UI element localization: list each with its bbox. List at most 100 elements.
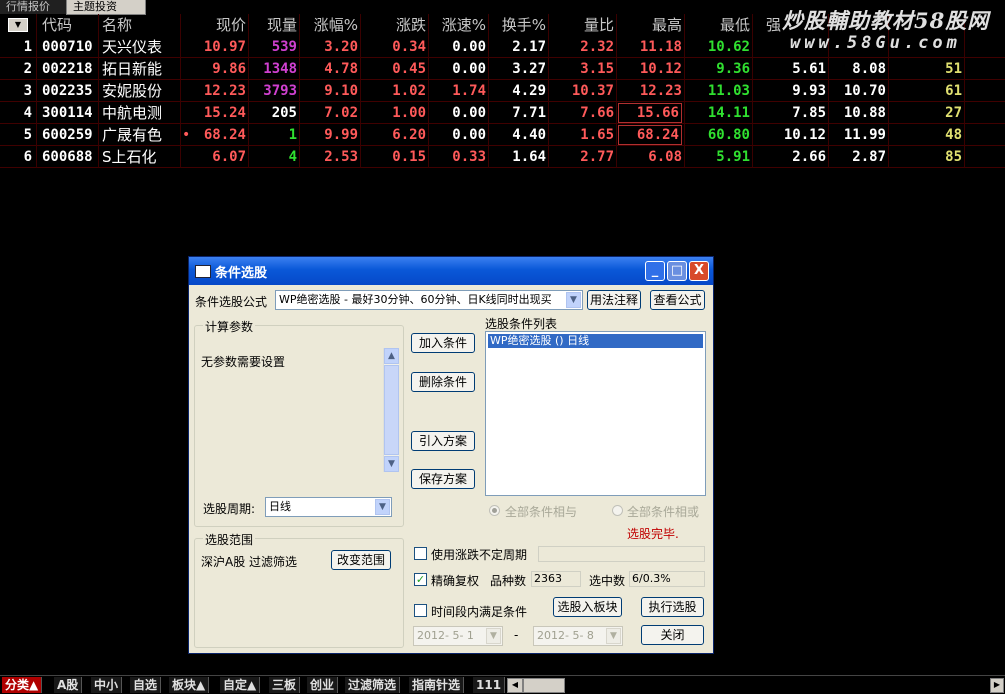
date-separator: - <box>514 628 519 642</box>
pct-change: 4.78 <box>324 61 358 77</box>
period-select[interactable]: 日线 ▼ <box>265 497 392 517</box>
bottom-tab-compass[interactable]: 指南针选 <box>409 677 465 693</box>
dialog-titlebar[interactable]: 条件选股 _ □ X <box>189 257 713 285</box>
bottom-tab-sector[interactable]: 板块▲ <box>169 677 210 693</box>
chevron-down-icon[interactable]: ▼ <box>566 292 581 308</box>
maximize-button[interactable]: □ <box>667 261 687 281</box>
add-to-block-button[interactable]: 选股入板块 <box>553 597 622 617</box>
row-mark <box>182 58 190 80</box>
import-scheme-button[interactable]: 引入方案 <box>411 431 475 451</box>
timespan-checkbox[interactable] <box>414 604 427 617</box>
bottom-tab-gem[interactable]: 创业 <box>307 677 339 693</box>
scroll-left-icon[interactable]: ◀ <box>507 678 523 693</box>
close-button[interactable]: 关闭 <box>641 625 704 645</box>
col-extra-1: 9.93 <box>792 83 826 99</box>
timespan-label: 时间段内满足条件 <box>431 605 528 619</box>
header-volume[interactable]: 现量 <box>250 14 297 36</box>
column-divider <box>360 14 361 168</box>
list-item[interactable]: WP绝密选股 () 日线 <box>488 334 703 348</box>
high: 10.12 <box>639 61 682 77</box>
low: 9.36 <box>716 61 750 77</box>
scroll-right-icon[interactable]: ▶ <box>990 678 1004 693</box>
watermark-title: 炒股輔助教材58股网 <box>782 8 990 33</box>
table-row[interactable]: 6 600688 S上石化 6.07 4 2.53 0.15 0.33 1.64 2.77 6.08… <box>0 146 1005 168</box>
stock-name: 中航电测 <box>102 104 163 122</box>
speed: 0.00 <box>452 39 486 55</box>
header-strength[interactable]: 强 <box>766 14 781 36</box>
col-extra-3: 48 <box>945 127 962 143</box>
adjust-checkbox[interactable]: ✓ <box>414 573 427 586</box>
header-volume-ratio[interactable]: 量比 <box>550 14 614 36</box>
condition-stock-picker-dialog: 条件选股 _ □ X 条件选股公式 WP绝密选股 - 最好30分钟、60分钟、日… <box>188 256 714 654</box>
header-speed[interactable]: 涨速% <box>430 14 486 36</box>
use-period-checkbox[interactable] <box>414 547 427 560</box>
column-divider <box>752 14 753 168</box>
period-value: 日线 <box>269 500 291 513</box>
scroll-up-icon[interactable]: ▲ <box>384 348 399 364</box>
tab-scroll-thumb[interactable] <box>523 678 565 693</box>
scroll-down-icon[interactable]: ▼ <box>384 456 399 472</box>
delete-condition-button[interactable]: 删除条件 <box>411 372 475 392</box>
header-turnover[interactable]: 换手% <box>490 14 546 36</box>
change: 1.02 <box>392 83 426 99</box>
tab-quotes[interactable]: 行情报价 <box>0 0 75 14</box>
pct-change: 9.10 <box>324 83 358 99</box>
bottom-tab-sme[interactable]: 中小 <box>91 677 123 693</box>
change: 0.34 <box>392 39 426 55</box>
bottom-tab-watchlist[interactable]: 自选 <box>130 677 162 693</box>
run-selection-button[interactable]: 执行选股 <box>641 597 704 617</box>
pct-change: 7.02 <box>324 105 358 121</box>
bottom-tab-third-board[interactable]: 三板 <box>269 677 301 693</box>
table-row[interactable]: 3 002235 安妮股份 12.23 3793 9.10 1.02 1.74 4.29 10.3… <box>0 80 1005 102</box>
stock-name: 安妮股份 <box>102 82 163 100</box>
price: 68.24 <box>203 127 246 143</box>
count-value: 2363 <box>531 571 581 587</box>
header-price[interactable]: 现价 <box>182 14 246 36</box>
header-code[interactable]: 代码 <box>42 14 72 36</box>
save-scheme-button[interactable]: 保存方案 <box>411 469 475 489</box>
tab-theme-invest[interactable]: 主题投资 <box>66 0 146 15</box>
bottom-tab-filter[interactable]: 过滤筛选 <box>345 677 401 693</box>
chevron-down-icon[interactable]: ▼ <box>375 499 390 515</box>
radio-and <box>489 505 500 516</box>
chevron-down-icon: ▼ <box>486 628 501 644</box>
high: 15.66 <box>618 103 682 123</box>
category-tab-bar: 分类▲ A股 中小 自选 板块▲ 自定▲ 三板 创业 过滤筛选 指南针选 111… <box>0 675 1005 694</box>
change-range-button[interactable]: 改变范围 <box>331 550 391 570</box>
bottom-tab-category[interactable]: 分类▲ <box>2 677 43 693</box>
header-change[interactable]: 涨跌 <box>362 14 426 36</box>
bottom-tab-a-share[interactable]: A股 <box>54 677 83 693</box>
count-label: 品种数 <box>490 574 527 588</box>
header-high[interactable]: 最高 <box>618 14 682 36</box>
table-row[interactable]: 2 002218 拓日新能 9.86 1348 4.78 0.45 0.00 3.27 3.15 1… <box>0 58 1005 80</box>
stock-code: 300114 <box>42 105 93 121</box>
column-divider <box>616 14 617 168</box>
low: 60.80 <box>707 127 750 143</box>
header-low[interactable]: 最低 <box>686 14 750 36</box>
column-divider <box>36 14 37 168</box>
scroll-thumb[interactable] <box>384 365 399 455</box>
view-formula-button[interactable]: 查看公式 <box>650 290 705 310</box>
change: 0.45 <box>392 61 426 77</box>
usage-notes-button[interactable]: 用法注释 <box>587 290 641 310</box>
table-row[interactable]: 4 300114 中航电测 15.24 205 7.02 1.00 0.00 7.71 7.66 1… <box>0 102 1005 124</box>
add-condition-button[interactable]: 加入条件 <box>411 333 475 353</box>
header-pct[interactable]: 涨幅% <box>300 14 358 36</box>
table-row[interactable]: 5 600259 广晟有色 • 68.24 1 9.99 6.20 0.00 4.40 1.65 68… <box>0 124 1005 146</box>
stock-code: 600259 <box>42 127 93 143</box>
header-name[interactable]: 名称 <box>102 14 132 36</box>
close-window-button[interactable]: X <box>689 261 709 281</box>
sort-dropdown-icon[interactable]: ▼ <box>8 18 28 32</box>
column-divider <box>98 14 99 168</box>
change: 0.15 <box>392 149 426 165</box>
bottom-tab-111[interactable]: 111 <box>473 677 506 693</box>
minimize-button[interactable]: _ <box>645 261 665 281</box>
column-divider <box>248 14 249 168</box>
params-scrollbar[interactable]: ▲ ▼ <box>383 348 399 472</box>
range-title: 选股范围 <box>203 531 256 548</box>
bottom-tab-custom[interactable]: 自定▲ <box>220 677 261 693</box>
range-text: 深沪A股 过滤筛选 <box>201 555 298 569</box>
formula-select[interactable]: WP绝密选股 - 最好30分钟、60分钟、日K线同时出现买 ▼ <box>275 290 583 310</box>
change: 6.20 <box>392 127 426 143</box>
condition-list[interactable]: WP绝密选股 () 日线 <box>485 331 706 496</box>
